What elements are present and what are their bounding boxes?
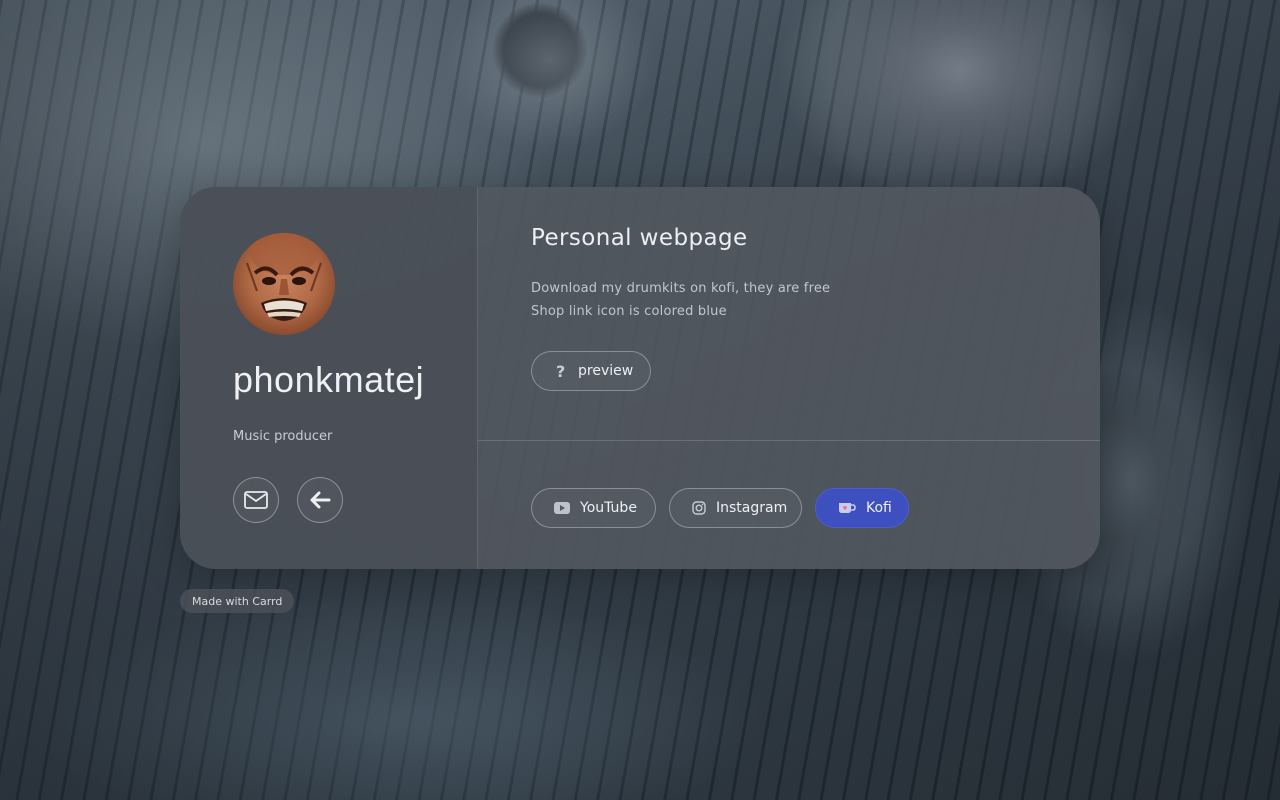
kofi-cup-icon (838, 501, 856, 515)
content-panel: Personal webpage Download my drumkits on… (478, 187, 1100, 569)
profile-card: phonkmatej Music producer Personal webpa… (180, 187, 1100, 569)
arrow-left-icon (309, 491, 331, 509)
youtube-icon (554, 502, 570, 514)
instagram-link[interactable]: Instagram (669, 488, 802, 528)
description-line-2: Shop link icon is colored blue (531, 304, 727, 319)
avatar (233, 233, 335, 335)
profile-name: phonkmatej (233, 359, 425, 400)
question-icon: ? (554, 363, 568, 379)
instagram-icon (692, 501, 706, 515)
back-button[interactable] (297, 477, 343, 523)
instagram-label: Instagram (716, 500, 788, 516)
mail-icon (244, 491, 268, 509)
made-with-carrd-badge[interactable]: Made with Carrd (180, 589, 295, 613)
svg-text:?: ? (556, 363, 565, 379)
divider (478, 440, 1100, 441)
email-button[interactable] (233, 477, 279, 523)
kofi-link[interactable]: Kofi (815, 488, 909, 528)
youtube-label: YouTube (580, 500, 637, 516)
profile-role: Music producer (233, 429, 333, 444)
preview-button[interactable]: ? preview (531, 351, 651, 391)
description-line-1: Download my drumkits on kofi, they are f… (531, 281, 831, 296)
profile-panel: phonkmatej Music producer (180, 187, 478, 569)
page-heading: Personal webpage (531, 225, 748, 251)
kofi-label: Kofi (866, 500, 892, 516)
youtube-link[interactable]: YouTube (531, 488, 656, 528)
preview-label: preview (578, 363, 634, 379)
